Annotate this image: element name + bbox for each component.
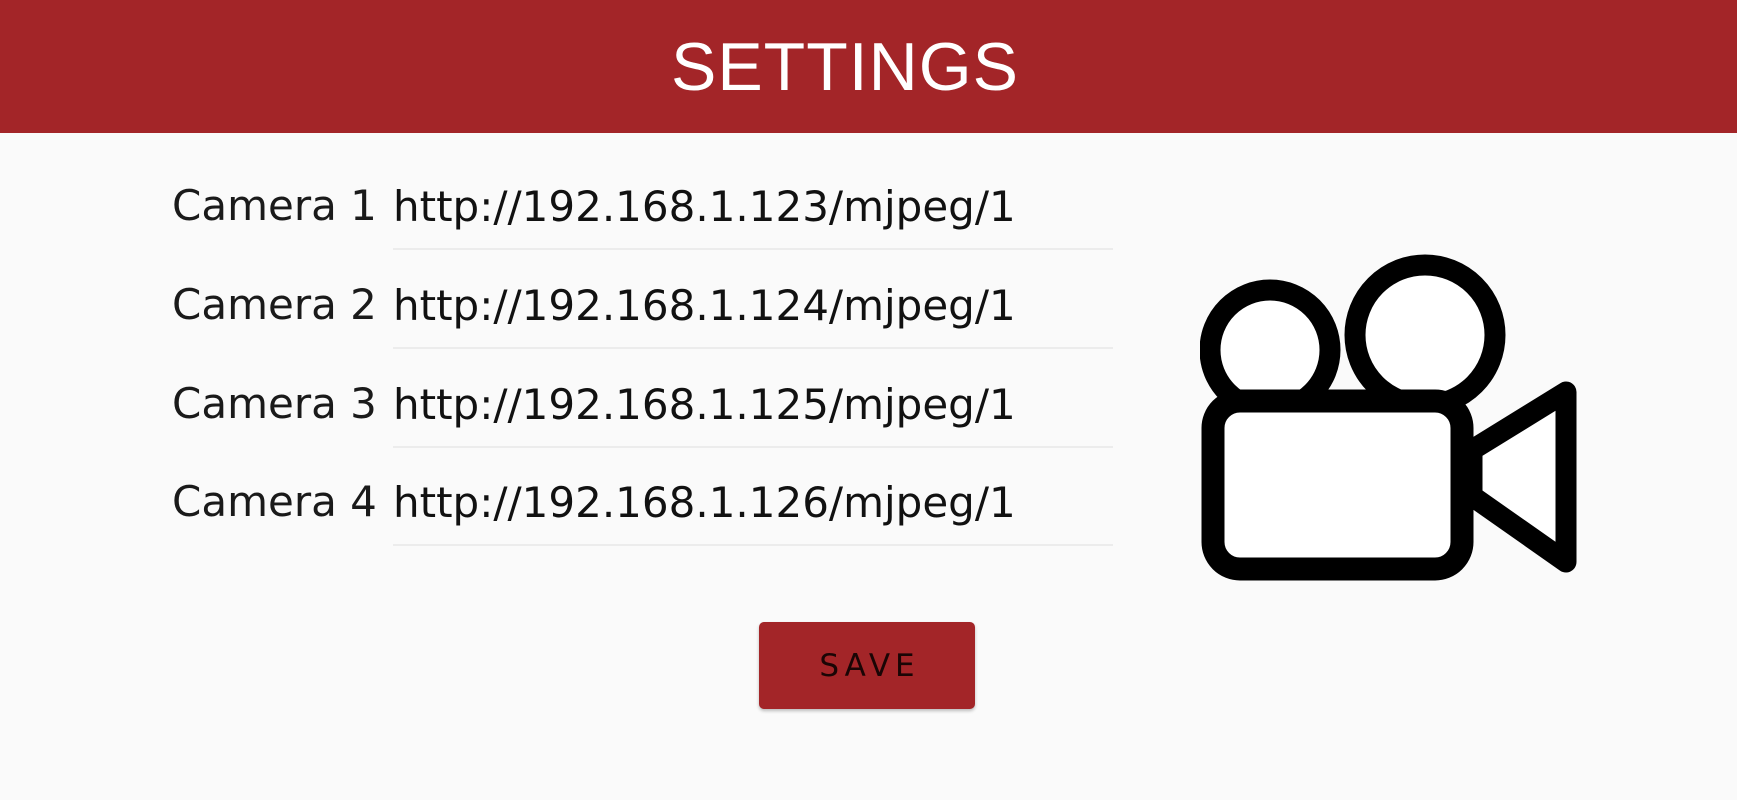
camera-1-label: Camera 1 — [172, 181, 377, 230]
camera-row-3: Camera 3 — [0, 374, 1150, 464]
save-button[interactable]: SAVE — [759, 622, 975, 709]
camera-3-label: Camera 3 — [172, 379, 377, 428]
camera-row-1: Camera 1 — [0, 176, 1150, 266]
camera-4-url-field[interactable] — [393, 472, 1113, 546]
video-camera-icon — [1200, 254, 1577, 581]
camera-2-label: Camera 2 — [172, 280, 377, 329]
camera-row-4: Camera 4 — [0, 472, 1150, 562]
camera-row-2: Camera 2 — [0, 275, 1150, 365]
page-title: SETTINGS — [670, 29, 1020, 105]
camera-1-url-field[interactable] — [393, 176, 1113, 250]
camera-2-url-field[interactable] — [393, 275, 1113, 349]
app-header: SETTINGS — [0, 0, 1737, 133]
camera-3-url-field[interactable] — [393, 374, 1113, 448]
camera-4-label: Camera 4 — [172, 477, 377, 526]
